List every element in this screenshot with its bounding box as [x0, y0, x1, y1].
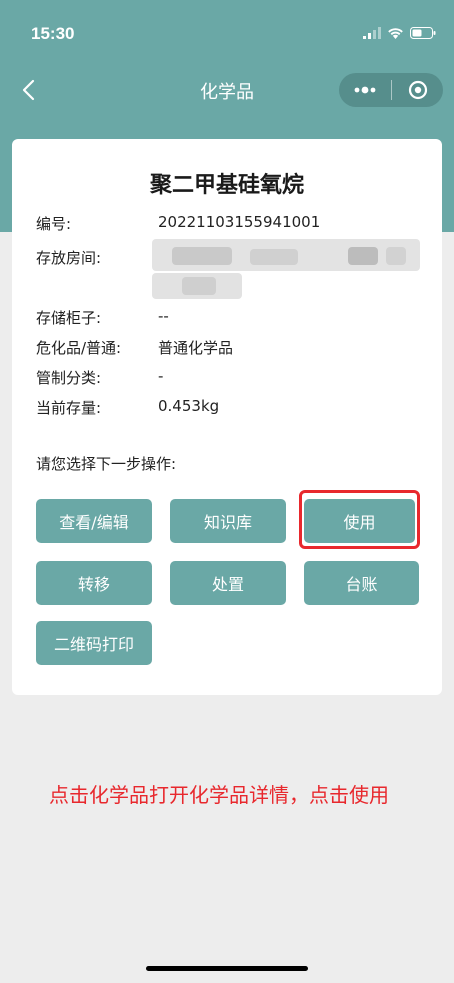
more-button[interactable]	[339, 73, 391, 107]
field-label-hazard-type: 危化品/普通:	[36, 339, 122, 357]
dispose-button[interactable]: 处置	[170, 561, 286, 605]
action-prompt: 请您选择下一步操作:	[36, 455, 177, 473]
field-value-number: 20221103155941001	[158, 213, 321, 231]
instruction-note: 点击化学品打开化学品详情，点击使用	[49, 783, 389, 807]
field-label-number: 编号:	[36, 215, 72, 233]
more-dots-icon	[354, 86, 376, 94]
battery-icon	[410, 27, 436, 39]
chemical-name: 聚二甲基硅氧烷	[149, 173, 304, 198]
chemical-detail-card: 聚二甲基硅氧烷 编号: 20221103155941001 存放房间: 存储柜子…	[12, 139, 442, 695]
status-bar: 15:30	[0, 0, 454, 68]
signal-icon	[363, 27, 381, 39]
field-label-room: 存放房间:	[36, 249, 102, 267]
transfer-button[interactable]: 转移	[36, 561, 152, 605]
nav-bar: 化学品	[0, 68, 454, 112]
field-value-hazard-type: 普通化学品	[158, 339, 234, 357]
field-value-cabinet: --	[158, 307, 169, 325]
qr-print-button[interactable]: 二维码打印	[36, 621, 152, 665]
status-icons	[363, 27, 436, 39]
knowledge-base-button[interactable]: 知识库	[170, 499, 286, 543]
status-time: 15:30	[31, 24, 75, 43]
field-label-cabinet: 存储柜子:	[36, 309, 102, 327]
field-label-control-class: 管制分类:	[36, 369, 102, 387]
field-label-stock: 当前存量:	[36, 399, 102, 417]
ledger-button[interactable]: 台账	[304, 561, 419, 605]
use-button-highlight	[299, 490, 420, 549]
redacted-room-value	[152, 239, 420, 299]
home-indicator	[146, 966, 308, 971]
field-value-stock: 0.453kg	[158, 397, 220, 415]
view-edit-button[interactable]: 查看/编辑	[36, 499, 152, 543]
close-button[interactable]	[392, 73, 443, 107]
wifi-icon	[388, 28, 403, 39]
mini-program-capsule	[339, 73, 443, 107]
field-value-control-class: -	[158, 367, 164, 385]
target-close-icon	[408, 80, 427, 100]
